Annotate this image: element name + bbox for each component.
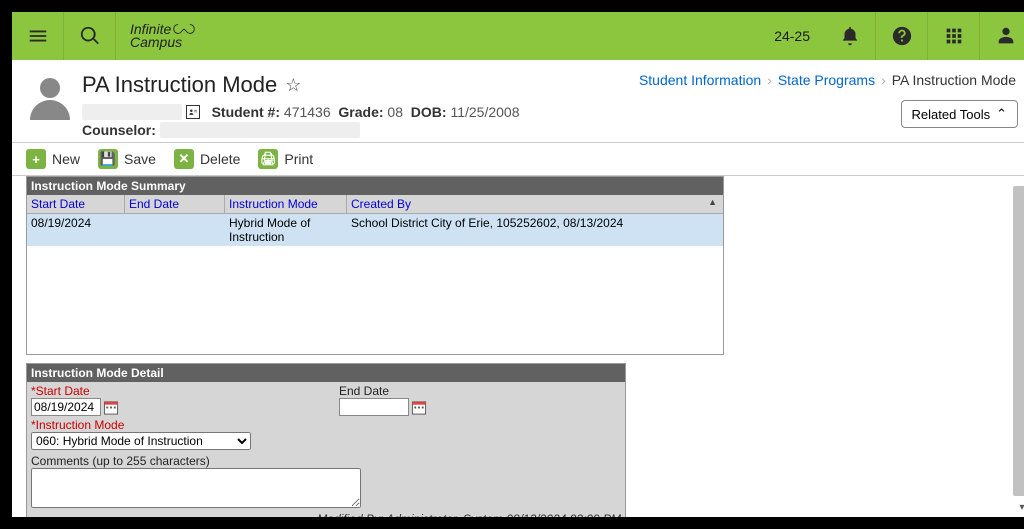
chevron-right-icon: ›: [767, 72, 772, 88]
calendar-icon[interactable]: [103, 400, 119, 415]
instruction-mode-label: *Instruction Mode: [31, 418, 621, 432]
save-button[interactable]: 💾 Save: [98, 149, 156, 169]
comments-label: Comments (up to 255 characters): [31, 454, 621, 468]
col-instruction-mode[interactable]: Instruction Mode: [225, 195, 347, 213]
detail-title: Instruction Mode Detail: [27, 364, 625, 382]
student-info: Anderson, Jack Student #: 471436 Grade: …: [82, 104, 1018, 120]
counselor-info: Counselor:: [82, 122, 1018, 138]
related-tools-button[interactable]: Related Tools ⌃: [901, 100, 1018, 128]
logo[interactable]: Infinite Campus: [116, 12, 209, 60]
save-icon: 💾: [98, 149, 118, 169]
scrollbar-thumb[interactable]: [1013, 186, 1024, 496]
breadcrumb-link[interactable]: Student Information: [639, 72, 761, 88]
student-avatar: [26, 72, 74, 120]
menu-button[interactable]: [12, 12, 64, 60]
chevron-up-icon: ⌃: [996, 106, 1007, 122]
delete-icon: ✕: [174, 149, 194, 169]
summary-table: Instruction Mode Summary Start Date End …: [26, 176, 724, 355]
sort-indicator-icon: ▲: [708, 197, 717, 207]
summary-header-row: Start Date End Date Instruction Mode Cre…: [27, 195, 723, 214]
person-icon: [995, 25, 1017, 47]
grid-icon: [943, 25, 965, 47]
print-button[interactable]: 🖨 Print: [258, 149, 313, 169]
page-title: PA Instruction Mode: [82, 72, 277, 98]
start-date-input[interactable]: [31, 398, 101, 416]
action-toolbar: + New 💾 Save ✕ Delete 🖨 Print: [12, 142, 1024, 176]
top-navbar: Infinite Campus 24-25: [12, 12, 1024, 60]
table-row[interactable]: 08/19/2024 Hybrid Mode of Instruction Sc…: [27, 214, 723, 246]
favorite-star-icon[interactable]: ☆: [285, 75, 301, 96]
col-start-date[interactable]: Start Date: [27, 195, 125, 213]
hamburger-icon: [27, 25, 49, 47]
summary-title: Instruction Mode Summary: [27, 177, 723, 195]
modified-by-text: Modified By: Administrator, System 08/13…: [27, 510, 625, 517]
school-year[interactable]: 24-25: [760, 28, 824, 44]
apps-button[interactable]: [928, 12, 980, 60]
detail-panel: Instruction Mode Detail *Start Date End …: [26, 363, 626, 517]
end-date-input[interactable]: [339, 398, 409, 416]
scroll-down-icon[interactable]: ▾: [1013, 498, 1024, 516]
end-date-label: End Date: [339, 384, 427, 398]
id-badge-icon: [186, 105, 200, 119]
bell-icon: [839, 25, 861, 47]
plus-icon: +: [26, 149, 46, 169]
delete-button[interactable]: ✕ Delete: [174, 149, 240, 169]
instruction-mode-select[interactable]: 060: Hybrid Mode of Instruction: [31, 432, 251, 450]
content-area: Instruction Mode Summary Start Date End …: [12, 176, 1024, 517]
breadcrumb-link[interactable]: State Programs: [778, 72, 875, 88]
help-button[interactable]: [876, 12, 928, 60]
user-button[interactable]: [980, 12, 1024, 60]
chevron-right-icon: ›: [881, 72, 886, 88]
breadcrumb-current: PA Instruction Mode: [892, 72, 1016, 88]
new-button[interactable]: + New: [26, 149, 80, 169]
calendar-icon[interactable]: [411, 400, 427, 415]
breadcrumb: Student Information › State Programs › P…: [639, 72, 1016, 88]
comments-textarea[interactable]: [31, 468, 361, 508]
print-icon: 🖨: [258, 149, 278, 169]
start-date-label: *Start Date: [31, 384, 119, 398]
search-icon: [79, 25, 101, 47]
search-button[interactable]: [64, 12, 116, 60]
col-created-by[interactable]: Created By ▲: [347, 195, 723, 213]
col-end-date[interactable]: End Date: [125, 195, 225, 213]
page-header: PA Instruction Mode ☆ Anderson, Jack Stu…: [12, 60, 1024, 142]
notifications-button[interactable]: [824, 12, 876, 60]
question-icon: [891, 25, 913, 47]
